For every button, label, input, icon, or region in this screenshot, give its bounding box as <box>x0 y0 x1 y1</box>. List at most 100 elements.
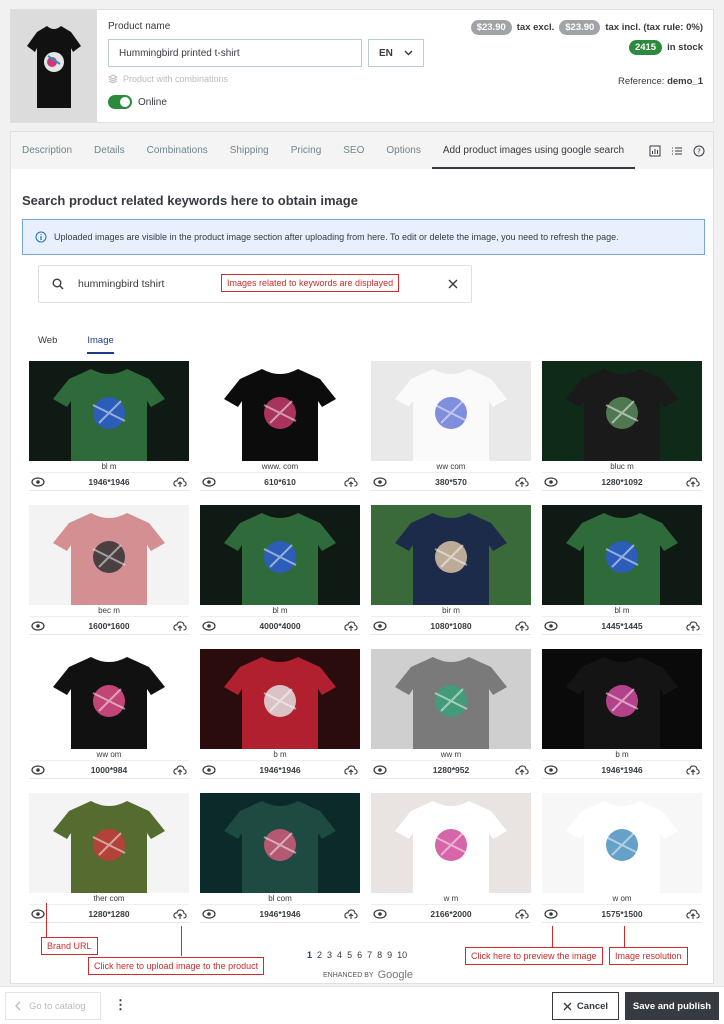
preview-eye-icon[interactable] <box>202 908 216 920</box>
combinations-option[interactable]: Product with combinations <box>108 74 228 84</box>
brand-url[interactable]: w om <box>542 893 702 905</box>
preview-eye-icon[interactable] <box>31 908 45 920</box>
result-image[interactable] <box>542 361 702 461</box>
preview-eye-icon[interactable] <box>31 764 45 776</box>
tab-seo[interactable]: SEO <box>332 132 375 169</box>
brand-url[interactable]: bl m <box>542 605 702 617</box>
result-image[interactable] <box>29 505 189 605</box>
brand-url[interactable]: ww com <box>371 461 531 473</box>
upload-cloud-icon[interactable] <box>173 476 187 488</box>
list-icon[interactable] <box>671 145 683 157</box>
page-link[interactable]: 7 <box>367 950 372 960</box>
upload-cloud-icon[interactable] <box>686 620 700 632</box>
clear-icon[interactable] <box>448 279 458 289</box>
tab-shipping[interactable]: Shipping <box>219 132 280 169</box>
preview-eye-icon[interactable] <box>202 620 216 632</box>
more-options-button[interactable]: ⋮ <box>114 997 127 1013</box>
cancel-button[interactable]: Cancel <box>552 992 619 1020</box>
brand-url[interactable]: bl com <box>200 893 360 905</box>
brand-url[interactable]: ww om <box>29 749 189 761</box>
upload-cloud-icon[interactable] <box>515 620 529 632</box>
brand-url[interactable]: bl m <box>29 461 189 473</box>
upload-cloud-icon[interactable] <box>173 764 187 776</box>
page-link[interactable]: 6 <box>357 950 362 960</box>
tab-combinations[interactable]: Combinations <box>136 132 219 169</box>
preview-eye-icon[interactable] <box>202 764 216 776</box>
result-image[interactable] <box>542 505 702 605</box>
result-image[interactable] <box>371 361 531 461</box>
result-image[interactable] <box>200 505 360 605</box>
page-link[interactable]: 5 <box>347 950 352 960</box>
go-to-catalog-button[interactable]: Go to catalog <box>5 992 101 1020</box>
brand-url[interactable]: bluc m <box>542 461 702 473</box>
upload-cloud-icon[interactable] <box>515 908 529 920</box>
tab-description[interactable]: Description <box>11 132 83 169</box>
upload-cloud-icon[interactable] <box>686 764 700 776</box>
help-icon[interactable]: ? <box>693 145 705 157</box>
upload-cloud-icon[interactable] <box>686 908 700 920</box>
language-select[interactable]: EN <box>368 39 424 67</box>
page-link[interactable]: 3 <box>327 950 332 960</box>
image-resolution: 1946*1946 <box>88 476 130 487</box>
upload-cloud-icon[interactable] <box>515 764 529 776</box>
result-image[interactable] <box>371 793 531 893</box>
online-toggle[interactable]: Online <box>108 95 167 109</box>
page-link[interactable]: 9 <box>387 950 392 960</box>
result-image[interactable] <box>200 649 360 749</box>
preview-eye-icon[interactable] <box>373 908 387 920</box>
result-action-bar: 1946*1946 <box>29 473 189 491</box>
brand-url[interactable]: bir m <box>371 605 531 617</box>
result-image[interactable] <box>542 793 702 893</box>
result-image[interactable] <box>371 505 531 605</box>
save-and-publish-button[interactable]: Save and publish <box>625 992 719 1020</box>
brand-url[interactable]: bec m <box>29 605 189 617</box>
tab-pricing[interactable]: Pricing <box>280 132 333 169</box>
result-image[interactable] <box>200 793 360 893</box>
upload-cloud-icon[interactable] <box>173 908 187 920</box>
upload-cloud-icon[interactable] <box>344 476 358 488</box>
preview-eye-icon[interactable] <box>544 764 558 776</box>
brand-url[interactable]: www. com <box>200 461 360 473</box>
online-switch[interactable] <box>108 95 132 109</box>
upload-cloud-icon[interactable] <box>515 476 529 488</box>
upload-cloud-icon[interactable] <box>173 620 187 632</box>
preview-eye-icon[interactable] <box>544 908 558 920</box>
result-image[interactable] <box>29 361 189 461</box>
page-link[interactable]: 8 <box>377 950 382 960</box>
result-image[interactable] <box>200 361 360 461</box>
page-link[interactable]: 2 <box>317 950 322 960</box>
result-image[interactable] <box>371 649 531 749</box>
product-name-input[interactable]: Hummingbird printed t-shirt <box>108 39 362 67</box>
brand-url[interactable]: ww m <box>371 749 531 761</box>
preview-eye-icon[interactable] <box>544 476 558 488</box>
upload-cloud-icon[interactable] <box>344 908 358 920</box>
result-image[interactable] <box>29 793 189 893</box>
tab-google-images[interactable]: Add product images using google search <box>431 132 636 169</box>
upload-cloud-icon[interactable] <box>686 476 700 488</box>
preview-eye-icon[interactable] <box>373 476 387 488</box>
subtab-image[interactable]: Image <box>87 335 114 354</box>
preview-eye-icon[interactable] <box>373 620 387 632</box>
result-image[interactable] <box>542 649 702 749</box>
preview-eye-icon[interactable] <box>31 476 45 488</box>
brand-url[interactable]: bl m <box>200 605 360 617</box>
subtab-web[interactable]: Web <box>38 335 57 354</box>
page-link[interactable]: 10 <box>397 950 407 960</box>
brand-url[interactable]: w m <box>371 893 531 905</box>
page-link[interactable]: 4 <box>337 950 342 960</box>
page-link[interactable]: 1 <box>307 950 312 960</box>
brand-url[interactable]: b m <box>542 749 702 761</box>
preview-eye-icon[interactable] <box>202 476 216 488</box>
upload-cloud-icon[interactable] <box>344 620 358 632</box>
product-thumbnail[interactable] <box>11 10 97 122</box>
brand-url[interactable]: ther com <box>29 893 189 905</box>
stats-icon[interactable] <box>649 145 661 157</box>
result-image[interactable] <box>29 649 189 749</box>
preview-eye-icon[interactable] <box>373 764 387 776</box>
tab-options[interactable]: Options <box>375 132 431 169</box>
preview-eye-icon[interactable] <box>31 620 45 632</box>
upload-cloud-icon[interactable] <box>344 764 358 776</box>
tab-details[interactable]: Details <box>83 132 136 169</box>
preview-eye-icon[interactable] <box>544 620 558 632</box>
brand-url[interactable]: b m <box>200 749 360 761</box>
